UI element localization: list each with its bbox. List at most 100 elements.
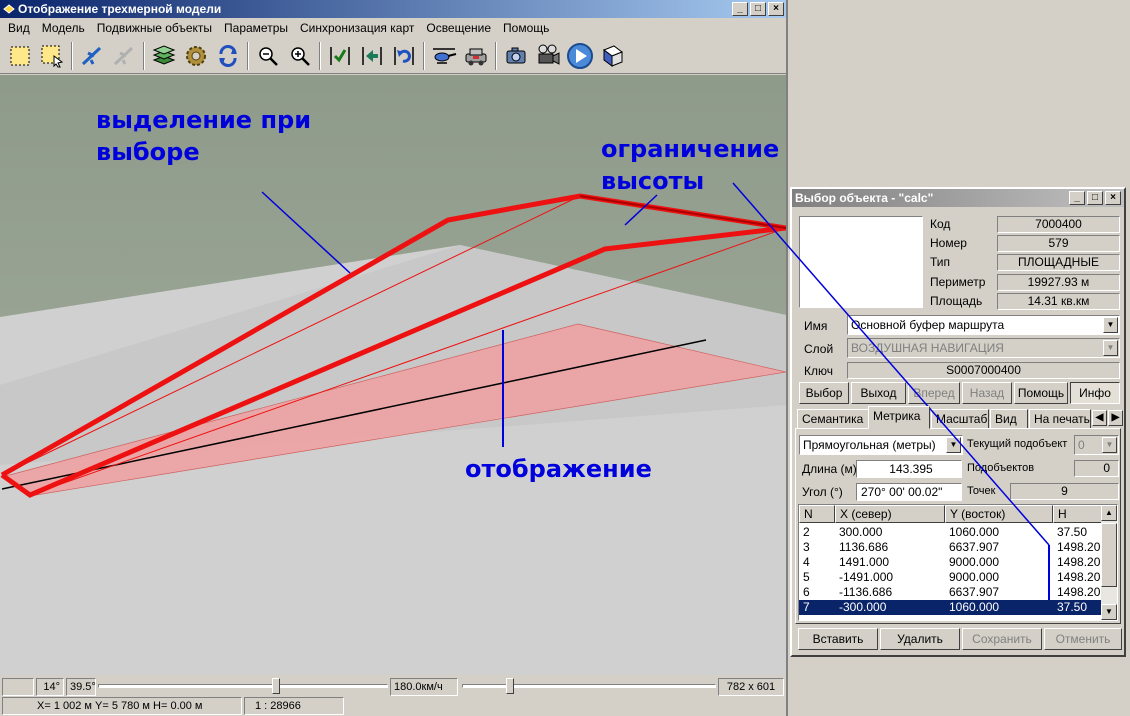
zoom-out-icon [259, 46, 278, 66]
tab-semantics[interactable]: Семантика [797, 409, 869, 429]
menu-moving-objects[interactable]: Подвижные объекты [91, 21, 218, 35]
cell-h: 37.50 [1057, 600, 1088, 614]
menu-view[interactable]: Вид [2, 21, 36, 35]
plane-button[interactable] [76, 40, 108, 72]
select-rect-icon [10, 46, 30, 65]
menu-lighting[interactable]: Освещение [420, 21, 497, 35]
undo-button[interactable] [388, 40, 420, 72]
menu-map-sync[interactable]: Синхронизация карт [294, 21, 420, 35]
annotation-height-line2: высоты [601, 167, 705, 195]
cell-n: 4 [803, 555, 810, 569]
name-dropdown-icon[interactable]: ▼ [1103, 317, 1118, 333]
object-preview [799, 216, 923, 308]
zoom-in-button[interactable] [284, 40, 316, 72]
dialog-maximize-button[interactable]: □ [1087, 191, 1103, 205]
cell-n: 6 [803, 585, 810, 599]
refresh-icon [219, 44, 237, 67]
undo-icon [394, 46, 414, 65]
key-value: S0007000400 [847, 362, 1120, 379]
book-button[interactable] [596, 40, 628, 72]
play-button[interactable] [564, 40, 596, 72]
column-header-h[interactable]: H [1053, 505, 1103, 523]
helicopter-icon [433, 47, 457, 64]
layer-label: Слой [804, 342, 834, 356]
select-rect-button[interactable] [4, 40, 36, 72]
help-button[interactable]: Помощь [1014, 382, 1068, 404]
speed-slider-thumb[interactable] [506, 678, 514, 694]
table-row[interactable]: 5 -1491.000 9000.000 1498.20 [799, 570, 1103, 585]
table-row[interactable]: 6 -1136.686 6637.907 1498.20 [799, 585, 1103, 600]
cell-x: -1136.686 [839, 585, 893, 599]
scroll-thumb[interactable] [1101, 523, 1117, 587]
dialog-minimize-button[interactable]: _ [1069, 191, 1085, 205]
refresh-button[interactable] [212, 40, 244, 72]
column-header-x[interactable]: X (север) [835, 505, 945, 523]
select-object-button[interactable] [36, 40, 68, 72]
tab-metric[interactable]: Метрика [868, 406, 930, 429]
table-row[interactable]: 4 1491.000 9000.000 1498.20 [799, 555, 1103, 570]
coordinates-table[interactable]: N X (север) Y (восток) H 2 300.000 1060.00… [798, 504, 1118, 621]
plane-icon [81, 46, 102, 65]
status-empty [2, 678, 34, 696]
film-camera-button[interactable] [532, 40, 564, 72]
insert-button[interactable]: Вставить [798, 628, 878, 650]
status-coordinates: X= 1 002 м Y= 5 780 м H= 0.00 м [2, 697, 242, 715]
minimize-button[interactable]: _ [732, 2, 748, 16]
forward-button: Вперед [908, 382, 960, 404]
column-header-y[interactable]: Y (восток) [945, 505, 1053, 523]
gear-icon [186, 45, 206, 66]
tab-print[interactable]: На печать [1029, 409, 1091, 429]
check-button[interactable] [324, 40, 356, 72]
column-header-n[interactable]: N [799, 505, 835, 523]
cell-y: 6637.907 [949, 540, 1000, 554]
scroll-down-icon[interactable]: ▼ [1101, 604, 1117, 620]
key-label: Ключ [804, 364, 833, 378]
select-button[interactable]: Выбор [799, 382, 849, 404]
speed-slider[interactable] [462, 678, 716, 696]
tab-view[interactable]: Вид [990, 409, 1028, 429]
close-button[interactable]: × [768, 2, 784, 16]
scroll-up-icon[interactable]: ▲ [1101, 505, 1117, 521]
table-row[interactable]: 3 1136.686 6637.907 1498.20 [799, 540, 1103, 555]
coord-system-combo[interactable]: Прямоугольная (метры) ▼ [799, 435, 963, 455]
plane-ghost-button[interactable] [108, 40, 140, 72]
angle-field[interactable]: 270° 00' 00.02" [856, 483, 962, 501]
annotation-height-limit: ограничение высоты [601, 133, 779, 197]
helicopter-button[interactable] [428, 40, 460, 72]
view-slider[interactable] [98, 678, 388, 696]
zoom-in-icon [291, 46, 310, 66]
table-scrollbar[interactable]: ▲ ▼ [1101, 505, 1117, 620]
tabs-scroll-left-icon[interactable]: ◀ [1092, 410, 1107, 426]
toolbar [0, 38, 786, 74]
tab-scale[interactable]: Масштаб [931, 409, 989, 429]
info-button[interactable]: Инфо [1070, 382, 1120, 404]
move-left-button[interactable] [356, 40, 388, 72]
length-label: Длина (м) [802, 462, 857, 476]
delete-button[interactable]: Удалить [880, 628, 960, 650]
menu-help[interactable]: Помощь [497, 21, 555, 35]
table-row[interactable]: 2 300.000 1060.000 37.50 [799, 525, 1103, 540]
move-left-icon [362, 46, 382, 65]
tabs-scroll-right-icon[interactable]: ▶ [1108, 410, 1123, 426]
area-label: Площадь [930, 294, 983, 308]
maximize-button[interactable]: □ [750, 2, 766, 16]
name-combo[interactable]: Основной буфер маршрута ▼ [847, 315, 1120, 335]
table-row-selected[interactable]: 7 -300.000 1060.000 37.50 [799, 600, 1101, 615]
current-subobject-dropdown-icon: ▼ [1102, 437, 1117, 453]
length-field[interactable]: 143.395 [856, 460, 962, 478]
status-resolution: 782 x 601 [718, 678, 784, 696]
view-slider-thumb[interactable] [272, 678, 280, 694]
camera-button[interactable] [500, 40, 532, 72]
vehicle-button[interactable] [460, 40, 492, 72]
dialog-close-button[interactable]: × [1105, 191, 1121, 205]
layers-button[interactable] [148, 40, 180, 72]
3d-viewport[interactable]: выделение при выборе ограничение высоты … [0, 75, 786, 675]
settings-button[interactable] [180, 40, 212, 72]
menu-model[interactable]: Модель [36, 21, 91, 35]
cell-x: -1491.000 [839, 570, 894, 584]
menu-parameters[interactable]: Параметры [218, 21, 294, 35]
zoom-out-button[interactable] [252, 40, 284, 72]
cell-h: 1498.20 [1057, 570, 1101, 584]
exit-button[interactable]: Выход [851, 382, 906, 404]
coord-system-dropdown-icon[interactable]: ▼ [946, 437, 961, 453]
